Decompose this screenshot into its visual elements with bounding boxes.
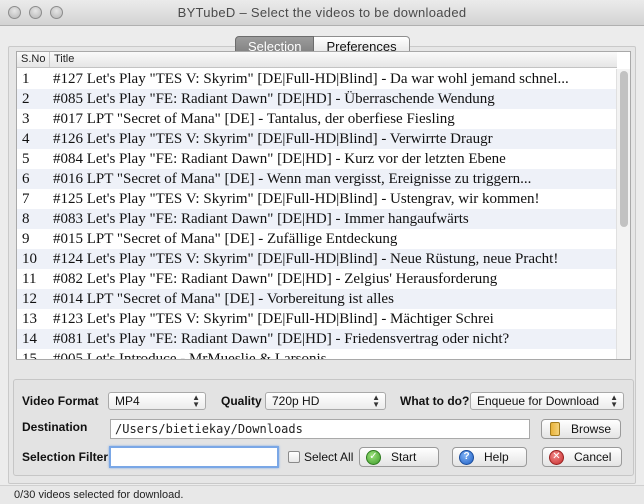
start-button-label: Start: [391, 450, 417, 464]
row-title: #016 LPT "Secret of Mana" [DE] - Wenn ma…: [53, 170, 532, 187]
row-sno: 9: [22, 230, 30, 247]
row-sno: 8: [22, 210, 30, 227]
row-title: #015 LPT "Secret of Mana" [DE] - Zufälli…: [53, 230, 398, 247]
table-row[interactable]: 8 #083 Let's Play "FE: Radiant Dawn" [DE|…: [17, 209, 617, 229]
row-title: #081 Let's Play "FE: Radiant Dawn" [DE|H…: [53, 330, 510, 347]
row-title: #014 LPT "Secret of Mana" [DE] - Vorbere…: [53, 290, 394, 307]
updown-arrows-icon: ▲ ▼: [610, 393, 618, 409]
table-row[interactable]: 12 #014 LPT "Secret of Mana" [DE] - Vorbe…: [17, 289, 617, 309]
vertical-scrollbar[interactable]: [616, 69, 630, 359]
row-title: #125 Let's Play "TES V: Skyrim" [DE|Full…: [53, 190, 540, 207]
scrollbar-thumb[interactable]: [620, 71, 628, 227]
app-window: BYTubeD – Select the videos to be downlo…: [0, 0, 644, 504]
row-title: #085 Let's Play "FE: Radiant Dawn" [DE|H…: [53, 90, 495, 107]
question-mark-icon: ?: [459, 449, 474, 465]
selection-filter-label: Selection Filter: [22, 450, 109, 464]
table-row[interactable]: 3 #017 LPT "Secret of Mana" [DE] - Tantal…: [17, 109, 617, 129]
table-row[interactable]: 10 #124 Let's Play "TES V: Skyrim" [DE|Fu…: [17, 249, 617, 269]
row-sno: 6: [22, 170, 30, 187]
table-row[interactable]: 4 #126 Let's Play "TES V: Skyrim" [DE|Ful…: [17, 129, 617, 149]
what-to-do-label: What to do?: [400, 394, 470, 408]
title-bar: BYTubeD – Select the videos to be downlo…: [0, 0, 644, 26]
video-format-label: Video Format: [22, 394, 99, 408]
quality-select[interactable]: 720p HD ▲ ▼: [265, 392, 386, 410]
updown-arrows-icon: ▲ ▼: [192, 393, 200, 409]
table-row[interactable]: 5 #084 Let's Play "FE: Radiant Dawn" [DE|…: [17, 149, 617, 169]
checkmark-icon: ✓: [366, 449, 381, 465]
table-row[interactable]: 9 #015 LPT "Secret of Mana" [DE] - Zufäll…: [17, 229, 617, 249]
help-button-label: Help: [484, 450, 509, 464]
row-sno: 3: [22, 110, 30, 127]
column-header-title[interactable]: Title: [50, 52, 617, 67]
video-format-value: MP4: [115, 394, 140, 408]
selection-filter-input[interactable]: [109, 446, 279, 468]
row-title: #126 Let's Play "TES V: Skyrim" [DE|Full…: [53, 130, 493, 147]
row-sno: 13: [22, 310, 37, 327]
row-sno: 1: [22, 70, 30, 87]
table-row[interactable]: 15 #005 Let's Introduce - MrMueslie & Lar…: [17, 349, 617, 360]
cancel-x-icon: ✕: [549, 449, 564, 465]
table-row[interactable]: 13 #123 Let's Play "TES V: Skyrim" [DE|Fu…: [17, 309, 617, 329]
table-row[interactable]: 14 #081 Let's Play "FE: Radiant Dawn" [DE…: [17, 329, 617, 349]
select-all-checkbox[interactable]: [288, 451, 300, 463]
table-row[interactable]: 6 #016 LPT "Secret of Mana" [DE] - Wenn m…: [17, 169, 617, 189]
status-bar: 0/30 videos selected for download.: [0, 485, 644, 504]
row-title: #083 Let's Play "FE: Radiant Dawn" [DE|H…: [53, 210, 469, 227]
browse-button[interactable]: Browse: [541, 419, 621, 439]
select-all-label[interactable]: Select All: [304, 450, 353, 464]
row-sno: 15: [22, 350, 37, 360]
table-row[interactable]: 1 #127 Let's Play "TES V: Skyrim" [DE|Ful…: [17, 69, 617, 89]
row-sno: 14: [22, 330, 37, 347]
row-sno: 11: [22, 270, 37, 287]
what-to-do-select[interactable]: Enqueue for Download ▲ ▼: [470, 392, 624, 410]
row-title: #124 Let's Play "TES V: Skyrim" [DE|Full…: [53, 250, 559, 267]
row-title: #005 Let's Introduce - MrMueslie & Larso…: [53, 350, 327, 360]
row-title: #123 Let's Play "TES V: Skyrim" [DE|Full…: [53, 310, 494, 327]
folder-icon: [550, 422, 560, 436]
updown-arrows-icon: ▲ ▼: [372, 393, 380, 409]
table-header: S.No Title: [17, 52, 617, 68]
row-title: #082 Let's Play "FE: Radiant Dawn" [DE|H…: [53, 270, 498, 287]
video-format-select[interactable]: MP4 ▲ ▼: [108, 392, 206, 410]
row-sno: 10: [22, 250, 37, 267]
video-table: S.No Title 1 #127 Let's Play "TES V: Skyr…: [16, 51, 631, 360]
row-title: #084 Let's Play "FE: Radiant Dawn" [DE|H…: [53, 150, 506, 167]
table-row[interactable]: 11 #082 Let's Play "FE: Radiant Dawn" [DE…: [17, 269, 617, 289]
help-button[interactable]: ? Help: [452, 447, 527, 467]
table-row[interactable]: 2 #085 Let's Play "FE: Radiant Dawn" [DE|…: [17, 89, 617, 109]
row-sno: 5: [22, 150, 30, 167]
quality-value: 720p HD: [272, 394, 320, 408]
window-title: BYTubeD – Select the videos to be downlo…: [177, 5, 467, 20]
destination-input[interactable]: /Users/bietiekay/Downloads: [110, 419, 530, 439]
row-sno: 2: [22, 90, 30, 107]
controls-panel: Video Format MP4 ▲ ▼ Quality 720p HD ▲ ▼ W…: [13, 379, 634, 476]
start-button[interactable]: ✓ Start: [359, 447, 439, 467]
cancel-button[interactable]: ✕ Cancel: [542, 447, 622, 467]
destination-label: Destination: [22, 420, 88, 434]
row-title: #017 LPT "Secret of Mana" [DE] - Tantalu…: [53, 110, 455, 127]
table-body: 1 #127 Let's Play "TES V: Skyrim" [DE|Ful…: [17, 69, 617, 360]
row-sno: 4: [22, 130, 30, 147]
quality-label: Quality: [221, 394, 262, 408]
table-row[interactable]: 7 #125 Let's Play "TES V: Skyrim" [DE|Ful…: [17, 189, 617, 209]
browse-button-label: Browse: [571, 422, 612, 436]
row-title: #127 Let's Play "TES V: Skyrim" [DE|Full…: [53, 70, 569, 87]
cancel-button-label: Cancel: [574, 450, 612, 464]
column-header-sno[interactable]: S.No: [17, 52, 50, 67]
row-sno: 7: [22, 190, 30, 207]
row-sno: 12: [22, 290, 37, 307]
what-to-do-value: Enqueue for Download: [477, 394, 600, 408]
